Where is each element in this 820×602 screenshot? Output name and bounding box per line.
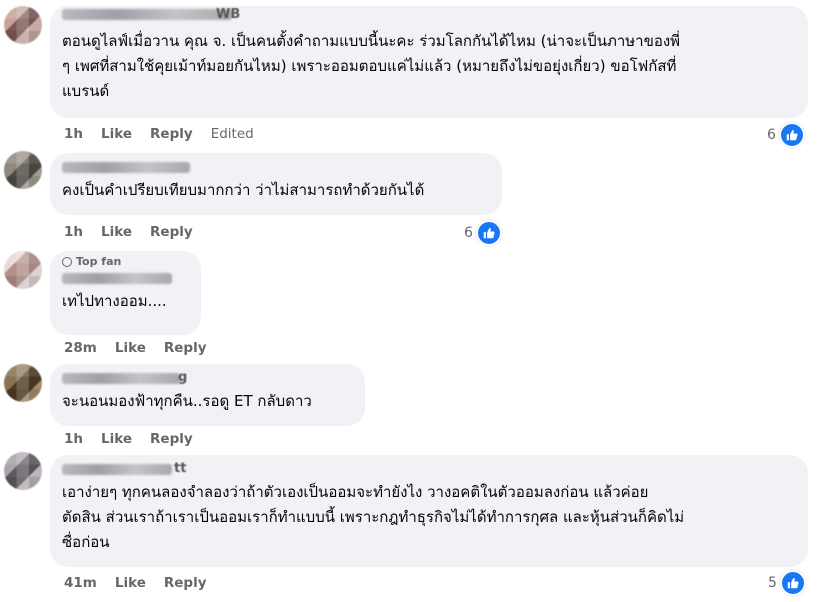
comment-time[interactable]: 1h	[64, 224, 83, 240]
comment-bubble: WB ตอนดูไลฟ์เมื่อวาน คุณ จ. เป็นคนตั้งคำ…	[50, 6, 808, 118]
comment-actions: 41m Like Reply	[64, 575, 225, 591]
avatar[interactable]	[4, 151, 42, 189]
comment-bubble: Top fan เทไปทางออม....	[50, 251, 201, 335]
comment-author[interactable]: tt	[62, 461, 796, 476]
like-button[interactable]: Like	[101, 126, 132, 142]
like-thumbs-up-icon	[778, 122, 805, 148]
like-thumbs-up-icon	[475, 220, 502, 246]
comment-text: คงเป็นคำเปรียบเทียบมากกว่า ว่าไม่สามารถท…	[62, 181, 425, 199]
reaction-count[interactable]: 5	[768, 570, 806, 596]
like-thumbs-up-icon	[779, 570, 806, 596]
comment-bubble: tt เอาง่ายๆ ทุกคนลองจำลองว่าถ้าตัวเองเป็…	[50, 455, 808, 567]
comment-time[interactable]: 1h	[64, 126, 83, 142]
comment-author[interactable]: WB	[62, 7, 796, 27]
comment-actions: 28m Like Reply	[64, 340, 225, 356]
comment-author[interactable]	[62, 271, 189, 285]
like-button[interactable]: Like	[115, 340, 146, 356]
comment-time[interactable]: 1h	[64, 431, 83, 447]
comment-text: จะนอนมองฟ้าทุกคืน..รอดู ET กลับดาว	[62, 392, 312, 410]
comment-actions: 1h Like Reply	[64, 431, 211, 447]
top-fan-badge[interactable]: Top fan	[62, 256, 189, 268]
edited-label[interactable]: Edited	[211, 126, 254, 142]
avatar[interactable]	[4, 364, 42, 402]
avatar[interactable]	[4, 251, 42, 289]
comment-author[interactable]	[62, 160, 490, 174]
reply-button[interactable]: Reply	[164, 575, 207, 591]
top-fan-badge-icon	[62, 257, 72, 267]
reply-button[interactable]: Reply	[150, 431, 193, 447]
avatar[interactable]	[4, 6, 42, 44]
reply-button[interactable]: Reply	[164, 340, 207, 356]
reaction-count[interactable]: 6	[767, 122, 805, 148]
comment-bubble: คงเป็นคำเปรียบเทียบมากกว่า ว่าไม่สามารถท…	[50, 153, 502, 215]
comment-actions: 1h Like Reply Edited	[64, 126, 272, 142]
like-button[interactable]: Like	[101, 224, 132, 240]
like-button[interactable]: Like	[101, 431, 132, 447]
comment-text: เทไปทางออม....	[62, 292, 167, 310]
reply-button[interactable]: Reply	[150, 224, 193, 240]
comment-author[interactable]: g	[62, 370, 353, 385]
comment-time[interactable]: 28m	[64, 340, 97, 356]
reaction-count[interactable]: 6	[464, 220, 502, 246]
like-button[interactable]: Like	[115, 575, 146, 591]
reply-button[interactable]: Reply	[150, 126, 193, 142]
avatar[interactable]	[4, 452, 42, 490]
comment-text: เอาง่ายๆ ทุกคนลองจำลองว่าถ้าตัวเองเป็นออ…	[62, 483, 685, 551]
comment-time[interactable]: 41m	[64, 575, 97, 591]
comment-actions: 1h Like Reply	[64, 224, 211, 240]
comment-bubble: g จะนอนมองฟ้าทุกคืน..รอดู ET กลับดาว	[50, 364, 365, 426]
comment-text: ตอนดูไลฟ์เมื่อวาน คุณ จ. เป็นคนตั้งคำถาม…	[62, 32, 681, 100]
